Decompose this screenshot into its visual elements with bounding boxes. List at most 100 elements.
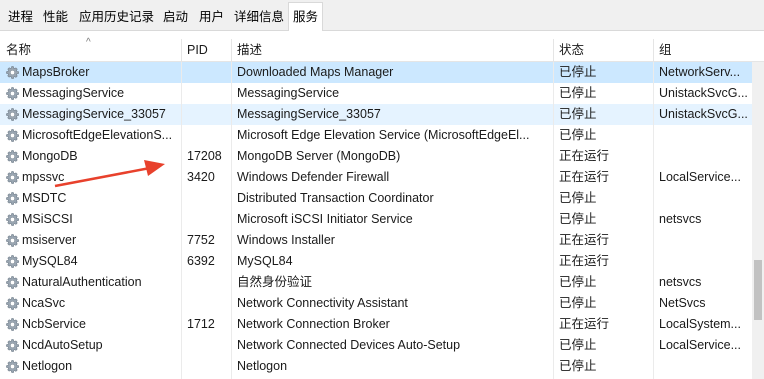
column-header-pid[interactable]: PID <box>181 39 231 61</box>
gear-icon <box>5 254 20 269</box>
table-row[interactable]: MySQL84 6392 MySQL84 正在运行 <box>0 251 752 272</box>
service-status: 已停止 <box>559 338 597 352</box>
service-status: 正在运行 <box>559 233 610 247</box>
scrollbar-thumb[interactable] <box>754 260 762 320</box>
service-description: Windows Defender Firewall <box>237 170 390 184</box>
service-status: 正在运行 <box>559 170 610 184</box>
table-row[interactable]: MessagingService_33057 MessagingService_3… <box>0 104 752 125</box>
gear-icon <box>5 296 20 311</box>
table-row[interactable]: MongoDB 17208 MongoDB Server (MongoDB) 正在运行 <box>0 146 752 167</box>
table-row[interactable]: NcaSvc Network Connectivity Assistant 已停止 N… <box>0 293 752 314</box>
service-description: MongoDB Server (MongoDB) <box>237 149 401 163</box>
gear-icon <box>5 233 20 248</box>
service-name: NaturalAuthentication <box>22 275 142 289</box>
gear-icon <box>5 86 20 101</box>
gear-icon <box>5 275 20 290</box>
gear-icon <box>5 317 20 332</box>
service-group <box>659 251 749 272</box>
service-group: NetSvcs <box>659 296 706 310</box>
service-status: 已停止 <box>559 86 597 100</box>
service-description: MessagingService_33057 <box>237 107 381 121</box>
service-group: NetworkServ... <box>659 65 741 79</box>
table-row[interactable]: NaturalAuthentication 自然身份验证 已停止 netsvcs <box>0 272 752 293</box>
service-description: Microsoft Edge Elevation Service (Micros… <box>237 128 530 142</box>
table-row[interactable]: NcbService 1712 Network Connection Broker 正… <box>0 314 752 335</box>
service-name: MicrosoftEdgeElevationS... <box>22 128 173 142</box>
tab-bar: 进程 性能 应用历史记录 启动 用户 详细信息 服务 <box>0 0 764 31</box>
table-row[interactable]: MessagingService MessagingService 已停止 Unist… <box>0 83 752 104</box>
column-header-name[interactable]: 名称 <box>0 39 181 61</box>
tab-services[interactable]: 服务 <box>288 2 324 31</box>
service-group: LocalSystem... <box>659 317 741 331</box>
gear-icon <box>5 338 20 353</box>
service-status: 已停止 <box>559 359 597 373</box>
service-description: MySQL84 <box>237 254 293 268</box>
service-description: Network Connection Broker <box>237 317 390 331</box>
service-group: netsvcs <box>659 275 702 289</box>
service-name: MSiSCSI <box>22 212 73 226</box>
column-gridline <box>553 62 554 379</box>
service-pid <box>187 83 231 104</box>
service-group: LocalService... <box>659 338 741 352</box>
service-name: msiserver <box>22 233 77 247</box>
service-pid <box>187 104 231 125</box>
service-group <box>659 188 749 209</box>
table-row[interactable]: MapsBroker Downloaded Maps Manager 已停止 Netw… <box>0 62 752 83</box>
column-header-description[interactable]: 描述 <box>231 39 553 61</box>
column-header-status[interactable]: 状态 <box>553 39 653 61</box>
tab-users[interactable]: 用户 <box>195 5 228 29</box>
tab-performance[interactable]: 性能 <box>39 5 72 29</box>
service-name: MapsBroker <box>22 65 90 79</box>
service-status: 已停止 <box>559 128 597 142</box>
gear-icon <box>5 359 20 374</box>
tab-processes[interactable]: 进程 <box>4 5 37 29</box>
service-status: 已停止 <box>559 191 597 205</box>
service-status: 已停止 <box>559 275 597 289</box>
service-pid <box>187 356 231 377</box>
service-group: UnistackSvcG... <box>659 107 748 121</box>
tab-details[interactable]: 详细信息 <box>230 5 288 29</box>
table-row[interactable]: msiserver 7752 Windows Installer 正在运行 <box>0 230 752 251</box>
service-pid <box>187 293 231 314</box>
service-pid: 17208 <box>187 149 222 163</box>
service-description: Windows Installer <box>237 233 335 247</box>
column-gridline <box>231 62 232 379</box>
column-gridline <box>653 62 654 379</box>
table-row[interactable]: mpssvc 3420 Windows Defender Firewall 正在运行 L… <box>0 167 752 188</box>
service-name: MSDTC <box>22 191 67 205</box>
service-status: 已停止 <box>559 107 597 121</box>
gear-icon <box>5 191 20 206</box>
service-name: Netlogon <box>22 359 73 373</box>
gear-icon <box>5 170 20 185</box>
service-pid <box>187 125 231 146</box>
service-group <box>659 146 749 167</box>
table-row[interactable]: MicrosoftEdgeElevationS... Microsoft Edge… <box>0 125 752 146</box>
service-description: Microsoft iSCSI Initiator Service <box>237 212 413 226</box>
service-description: Network Connectivity Assistant <box>237 296 408 310</box>
column-gridline <box>181 62 182 379</box>
column-header-group[interactable]: 组 <box>653 39 752 61</box>
service-pid: 3420 <box>187 170 215 184</box>
service-group: LocalService... <box>659 170 741 184</box>
table-row[interactable]: MSDTC Distributed Transaction Coordinator… <box>0 188 752 209</box>
service-status: 已停止 <box>559 65 597 79</box>
tab-app-history[interactable]: 应用历史记录 <box>75 5 158 29</box>
table-row[interactable]: MSiSCSI Microsoft iSCSI Initiator Service… <box>0 209 752 230</box>
service-name: NcdAutoSetup <box>22 338 103 352</box>
service-status: 已停止 <box>559 296 597 310</box>
service-group <box>659 230 749 251</box>
tab-startup[interactable]: 启动 <box>159 5 192 29</box>
service-name: MySQL84 <box>22 254 78 268</box>
service-status: 正在运行 <box>559 254 610 268</box>
table-row[interactable]: NcdAutoSetup Network Connected Devices Au… <box>0 335 752 356</box>
service-pid <box>187 209 231 230</box>
service-description: Distributed Transaction Coordinator <box>237 191 434 205</box>
gear-icon <box>5 149 20 164</box>
service-status: 正在运行 <box>559 149 610 163</box>
table-row[interactable]: Netlogon Netlogon 已停止 <box>0 356 752 377</box>
service-pid: 1712 <box>187 317 215 331</box>
service-name: MessagingService_33057 <box>22 107 166 121</box>
service-group <box>659 125 749 146</box>
vertical-scrollbar[interactable] <box>752 62 764 379</box>
service-pid <box>187 188 231 209</box>
